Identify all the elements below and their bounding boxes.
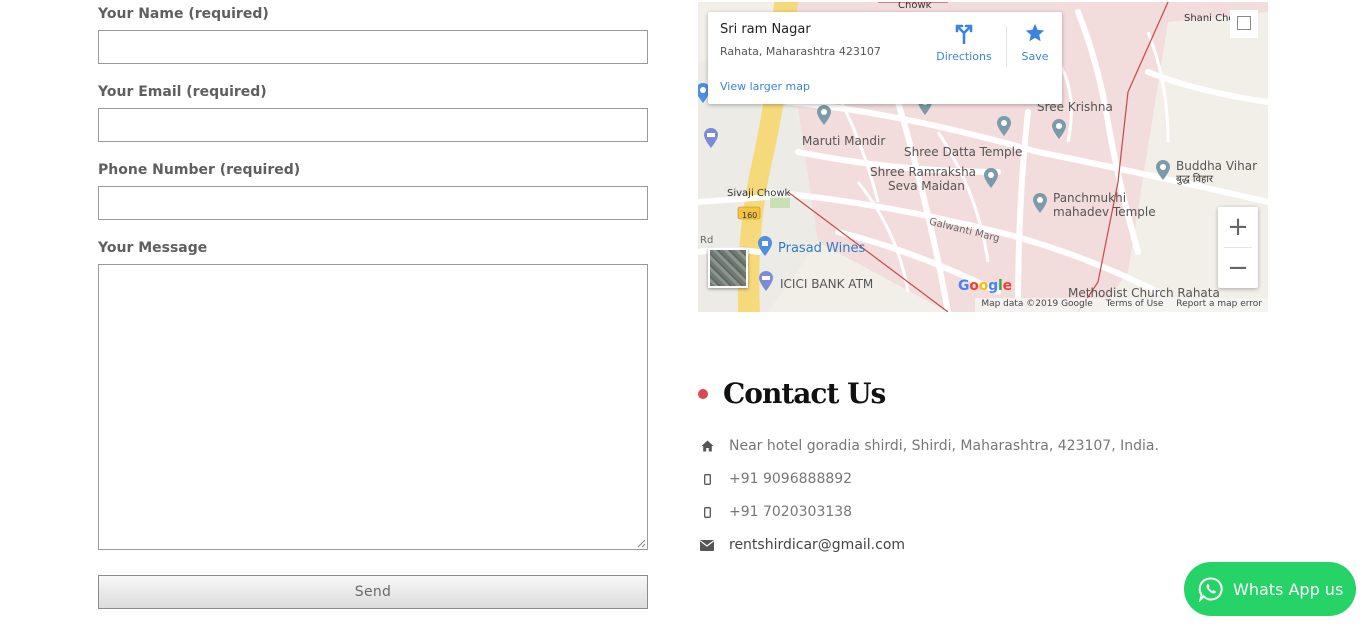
terms-link[interactable]: Terms of Use bbox=[1106, 299, 1164, 309]
zoom-in-button[interactable]: + bbox=[1218, 207, 1258, 247]
directions-label: Directions bbox=[936, 50, 992, 63]
atm-pin-icon[interactable] bbox=[757, 270, 775, 292]
heading-bullet bbox=[698, 389, 708, 399]
map-label-rd: Rd bbox=[700, 235, 714, 246]
map-label-buddha: Buddha Vihar bbox=[1176, 159, 1258, 173]
temple-pin-icon[interactable] bbox=[1050, 118, 1068, 140]
message-label: Your Message bbox=[98, 240, 208, 256]
map-label-buddha-hi: बुद्ध विहार bbox=[1176, 174, 1214, 185]
name-label: Your Name (required) bbox=[98, 6, 269, 22]
map-attribution: Map data ©2019 Google Terms of Use Repor… bbox=[975, 298, 1268, 312]
email-label: Your Email (required) bbox=[98, 84, 267, 100]
buddhist-pin-icon[interactable] bbox=[1154, 159, 1172, 181]
message-textarea[interactable] bbox=[98, 264, 648, 550]
mobile-icon bbox=[698, 471, 716, 487]
temple-pin-icon[interactable] bbox=[1031, 192, 1049, 214]
map-route-shield: 160 bbox=[742, 211, 758, 220]
report-error-link[interactable]: Report a map error bbox=[1176, 299, 1262, 309]
whatsapp-icon bbox=[1198, 577, 1223, 602]
zoom-out-button[interactable]: − bbox=[1218, 248, 1258, 288]
whatsapp-button[interactable]: Whats App us bbox=[1184, 562, 1356, 616]
atm-pin-icon[interactable] bbox=[702, 127, 720, 149]
view-larger-map-link[interactable]: View larger map bbox=[720, 80, 810, 93]
shopping-pin-icon[interactable] bbox=[756, 235, 774, 257]
whatsapp-label: Whats App us bbox=[1233, 579, 1344, 599]
fullscreen-button[interactable] bbox=[1230, 10, 1258, 38]
contact-phone-row: +91 9096888892 bbox=[698, 469, 852, 489]
resize-grip-icon[interactable] bbox=[636, 538, 646, 548]
send-button[interactable]: Send bbox=[98, 575, 648, 609]
contact-phone-row: +91 7020303138 bbox=[698, 502, 852, 522]
place-address: Rahata, Maharashtra 423107 bbox=[720, 45, 881, 58]
mobile-icon bbox=[698, 504, 716, 520]
map-label-ramraksha: Shree Ramraksha bbox=[870, 165, 977, 179]
email-input[interactable] bbox=[98, 108, 648, 142]
phone-label: Phone Number (required) bbox=[98, 162, 301, 178]
directions-icon bbox=[955, 24, 973, 45]
contact-phone-1[interactable]: +91 9096888892 bbox=[729, 471, 852, 487]
map-label-seva: Seva Maidan bbox=[888, 179, 965, 193]
star-icon bbox=[1025, 23, 1045, 42]
satellite-toggle[interactable] bbox=[708, 248, 748, 288]
name-input[interactable] bbox=[98, 30, 648, 64]
map-label-datta: Shree Datta Temple bbox=[904, 145, 1023, 159]
google-logo-letter: G bbox=[958, 278, 970, 294]
contact-heading: Contact Us bbox=[723, 377, 886, 410]
map-data-text: Map data ©2019 Google bbox=[981, 299, 1093, 309]
phone-input[interactable] bbox=[98, 186, 648, 220]
save-button[interactable]: Save bbox=[1016, 22, 1054, 63]
map-label-shani: Shani Cho bbox=[1184, 13, 1235, 24]
contact-address-row: Near hotel goradia shirdi, Shirdi, Mahar… bbox=[698, 436, 1159, 456]
temple-pin-icon[interactable] bbox=[815, 104, 833, 126]
google-logo-letter: o bbox=[978, 278, 989, 294]
fullscreen-icon bbox=[1237, 16, 1251, 30]
contact-email[interactable]: rentshirdicar@gmail.com bbox=[729, 537, 905, 553]
contact-phone-2[interactable]: +91 7020303138 bbox=[729, 504, 852, 520]
contact-email-row: rentshirdicar@gmail.com bbox=[698, 535, 905, 555]
save-label: Save bbox=[1021, 50, 1049, 63]
info-divider bbox=[1006, 26, 1007, 66]
place-title: Sri ram Nagar bbox=[720, 22, 811, 37]
home-icon bbox=[698, 438, 716, 454]
map-label-sivaji: Sivaji Chowk bbox=[727, 188, 791, 199]
google-logo: Google bbox=[958, 278, 1012, 294]
map-embed[interactable]: Chowk Shani Cho Sree Krishna Maruti Mand… bbox=[698, 2, 1268, 312]
contact-address: Near hotel goradia shirdi, Shirdi, Mahar… bbox=[729, 438, 1159, 454]
directions-button[interactable]: Directions bbox=[930, 22, 998, 63]
google-logo-letter: e bbox=[1002, 278, 1013, 294]
google-logo-letter: g bbox=[988, 278, 998, 294]
map-label-prasad: Prasad Wines bbox=[778, 241, 866, 256]
map-info-card: Sri ram Nagar Rahata, Maharashtra 423107… bbox=[708, 12, 1062, 104]
temple-pin-icon[interactable] bbox=[982, 167, 1000, 189]
google-logo-letter: o bbox=[969, 278, 979, 294]
zoom-control: + − bbox=[1218, 207, 1258, 288]
temple-pin-icon[interactable] bbox=[995, 115, 1013, 137]
envelope-icon bbox=[698, 537, 716, 553]
map-label-panchmukhi: Panchmukhi bbox=[1053, 191, 1127, 205]
map-label-mahadev: mahadev Temple bbox=[1053, 205, 1156, 219]
map-label-icici: ICICI BANK ATM bbox=[780, 277, 874, 291]
map-label-maruti: Maruti Mandir bbox=[802, 134, 886, 148]
